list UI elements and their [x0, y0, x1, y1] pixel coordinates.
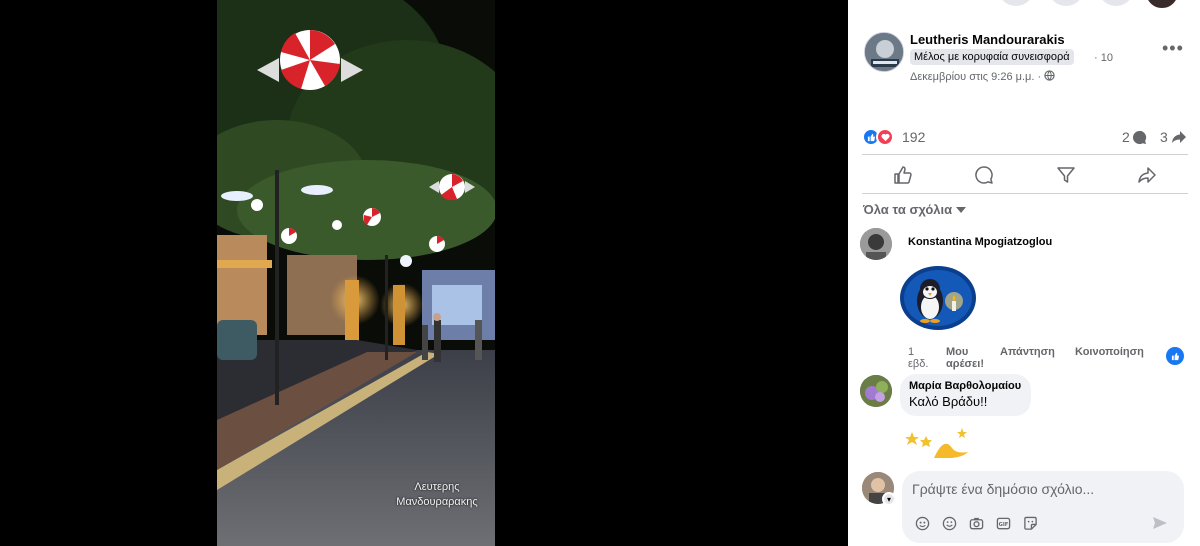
commenter-avatar[interactable]	[860, 375, 892, 407]
commenter-avatar-image	[860, 228, 892, 260]
send-icon[interactable]	[1152, 515, 1168, 536]
author-name[interactable]: Leutheris Mandourarakis	[910, 32, 1065, 47]
caret-down-icon	[956, 206, 967, 213]
sticker-icon[interactable]	[1022, 515, 1039, 532]
commenter-avatar-image	[860, 375, 892, 407]
emoji-icon[interactable]	[941, 515, 958, 532]
photo-watermark: Λευτερης Μανδουραρακης	[387, 480, 487, 510]
more-options-button[interactable]: •••	[1162, 38, 1184, 59]
post-side-panel: Leutheris Mandourarakis Μέλος με κορυφαί…	[848, 0, 1200, 546]
share-count-icon	[1171, 131, 1186, 143]
share-count[interactable]: 3	[1160, 129, 1187, 145]
thumbs-up-icon	[894, 166, 912, 184]
comment-like-reaction-icon[interactable]	[1166, 347, 1184, 365]
author-avatar[interactable]	[864, 32, 904, 72]
share-action[interactable]	[1107, 158, 1189, 192]
post-photo[interactable]: Λευτερης Μανδουραρακης	[217, 0, 495, 546]
comment-bubble: Μαρία Βαρθολομαίου Καλό Βράδυ!!	[900, 374, 1032, 416]
comment-action[interactable]	[944, 158, 1026, 192]
top-nav-button[interactable]	[998, 0, 1034, 6]
top-nav-button[interactable]	[1098, 0, 1134, 6]
comment-like-line-1: Μου	[946, 346, 969, 358]
comment-age[interactable]: 1 εβδ.	[908, 346, 930, 370]
viewer-top-controls	[676, 0, 796, 6]
comments-filter[interactable]: Όλα τα σχόλια	[863, 202, 967, 217]
more-dots-icon: •••	[1162, 38, 1184, 58]
comments-filter-label: Όλα τα σχόλια	[863, 202, 953, 217]
reaction-icons[interactable]	[862, 128, 894, 146]
penguin-candle-sticker	[898, 265, 978, 335]
gif-icon[interactable]: GIF	[995, 515, 1012, 532]
composer-tools: GIF	[914, 515, 1039, 532]
comment-input[interactable]	[912, 481, 1162, 497]
globe-icon	[1044, 70, 1055, 81]
share-arrow-icon	[1138, 167, 1156, 183]
funnel-send-icon	[1057, 167, 1075, 183]
post-date-part2[interactable]: Δεκεμβρίου στις 9:26 μ.μ. ·	[910, 70, 1055, 83]
like-action[interactable]	[862, 158, 944, 192]
svg-text:GIF: GIF	[999, 522, 1009, 528]
comment-like-link[interactable]: Μου αρέσει!	[946, 346, 984, 370]
avatar-sticker-icon[interactable]	[914, 515, 931, 532]
divider	[862, 193, 1188, 194]
post-date-text: Δεκεμβρίου στις 9:26 μ.μ. ·	[910, 71, 1042, 83]
comment-reply-link[interactable]: Απάντηση	[1000, 346, 1055, 358]
commenter-avatar[interactable]	[860, 228, 892, 260]
comment-author[interactable]: Μαρία Βαρθολομαίου	[909, 380, 1021, 392]
share-count-value: 3	[1160, 129, 1168, 145]
comment-bubble-icon	[975, 166, 993, 184]
reactions-bar: 192 2 3	[862, 128, 1188, 148]
christmas-street-image	[217, 0, 495, 546]
comment-count-icon	[1132, 130, 1146, 144]
watermark-line-1: Λευτερης	[414, 481, 460, 493]
watermark-line-2: Μανδουραρακης	[396, 496, 478, 508]
comment-count-value: 2	[1122, 129, 1130, 145]
account-avatar[interactable]	[1144, 0, 1180, 10]
comment-count[interactable]: 2	[1122, 129, 1147, 145]
author-avatar-image	[865, 33, 903, 71]
comment-like-line-2: αρέσει!	[946, 358, 984, 370]
comment-author[interactable]: Konstantina Mpogiatzoglou	[908, 236, 1052, 248]
post-date-part1[interactable]: · 10	[1094, 52, 1113, 64]
photo-viewer: Λευτερης Μανδουραρακης	[0, 0, 848, 546]
love-icon	[876, 128, 894, 146]
comment-age-line-1: 1	[908, 346, 915, 358]
send-action[interactable]	[1025, 158, 1107, 192]
top-nav-buttons	[998, 0, 1134, 6]
top-contributor-badge[interactable]: Μέλος με κορυφαία συνεισφορά	[910, 49, 1074, 65]
comment-composer: GIF	[902, 471, 1184, 543]
chevron-down-icon[interactable]: ▾	[882, 492, 896, 506]
camera-icon[interactable]	[968, 515, 985, 532]
reaction-count[interactable]: 192	[902, 129, 925, 145]
top-nav-button[interactable]	[1048, 0, 1084, 6]
stars-moon-sticker	[904, 426, 974, 459]
post-actions	[862, 158, 1188, 192]
comment-share-link[interactable]: Κοινοποίηση	[1075, 346, 1144, 358]
divider	[862, 154, 1188, 155]
comment-text: Καλό Βράδυ!!	[909, 394, 988, 409]
comment-age-line-2: εβδ.	[908, 358, 929, 370]
